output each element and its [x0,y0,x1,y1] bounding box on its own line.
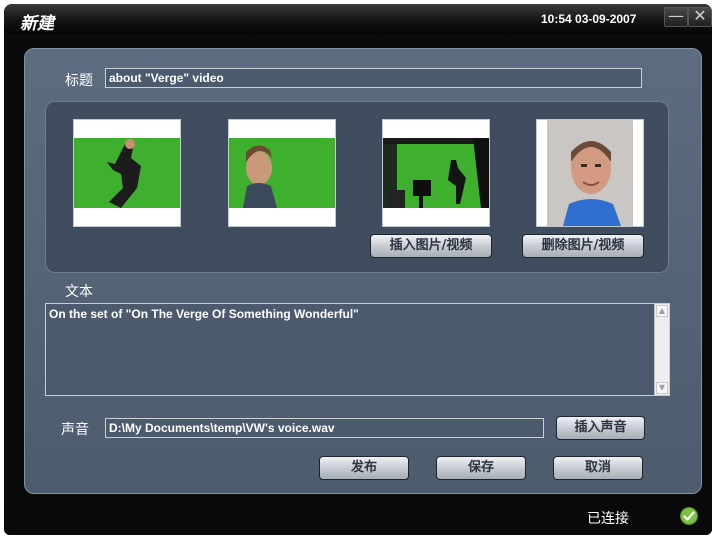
title-bar: 新建 10:54 03-09-2007 — ✕ [4,4,712,34]
status-bar: 已连接 [4,500,712,535]
text-label: 文本 [65,284,93,300]
media-thumbnail-3[interactable] [382,119,490,227]
media-thumbnail-4[interactable] [536,119,644,227]
media-thumbnail-2[interactable] [228,119,336,227]
dialog-window: 新建 10:54 03-09-2007 — ✕ 标题 about "Verge"… [4,4,712,535]
close-icon: ✕ [693,6,707,25]
text-content: On the set of "On The Verge Of Something… [49,307,359,321]
connection-status: 已连接 [587,511,629,527]
check-circle-icon [680,507,698,525]
text-area[interactable]: On the set of "On The Verge Of Something… [45,303,670,396]
insert-sound-button[interactable]: 插入声音 [556,416,645,440]
minimize-icon: — [668,6,684,25]
close-button[interactable]: ✕ [688,7,712,27]
scroll-down-icon[interactable]: ▼ [656,382,668,394]
form-panel: 标题 about "Verge" video 插入图片/视频 删除图片/视频 文… [24,48,702,494]
text-scrollbar[interactable]: ▲ ▼ [654,304,669,395]
publish-button[interactable]: 发布 [319,456,409,480]
delete-media-button[interactable]: 删除图片/视频 [522,234,644,258]
media-gallery: 插入图片/视频 删除图片/视频 [45,101,669,273]
minimize-button[interactable]: — [664,7,688,27]
window-title: 新建 [20,14,54,34]
title-label: 标题 [65,73,93,89]
sound-input[interactable]: D:\My Documents\temp\VW's voice.wav [105,418,544,438]
title-input[interactable]: about "Verge" video [105,68,642,88]
sound-label: 声音 [61,422,89,438]
cancel-button[interactable]: 取消 [553,456,643,480]
insert-media-button[interactable]: 插入图片/视频 [370,234,492,258]
save-button[interactable]: 保存 [436,456,526,480]
clock: 10:54 03-09-2007 [541,12,637,26]
scroll-up-icon[interactable]: ▲ [656,305,668,317]
media-thumbnail-1[interactable] [73,119,181,227]
